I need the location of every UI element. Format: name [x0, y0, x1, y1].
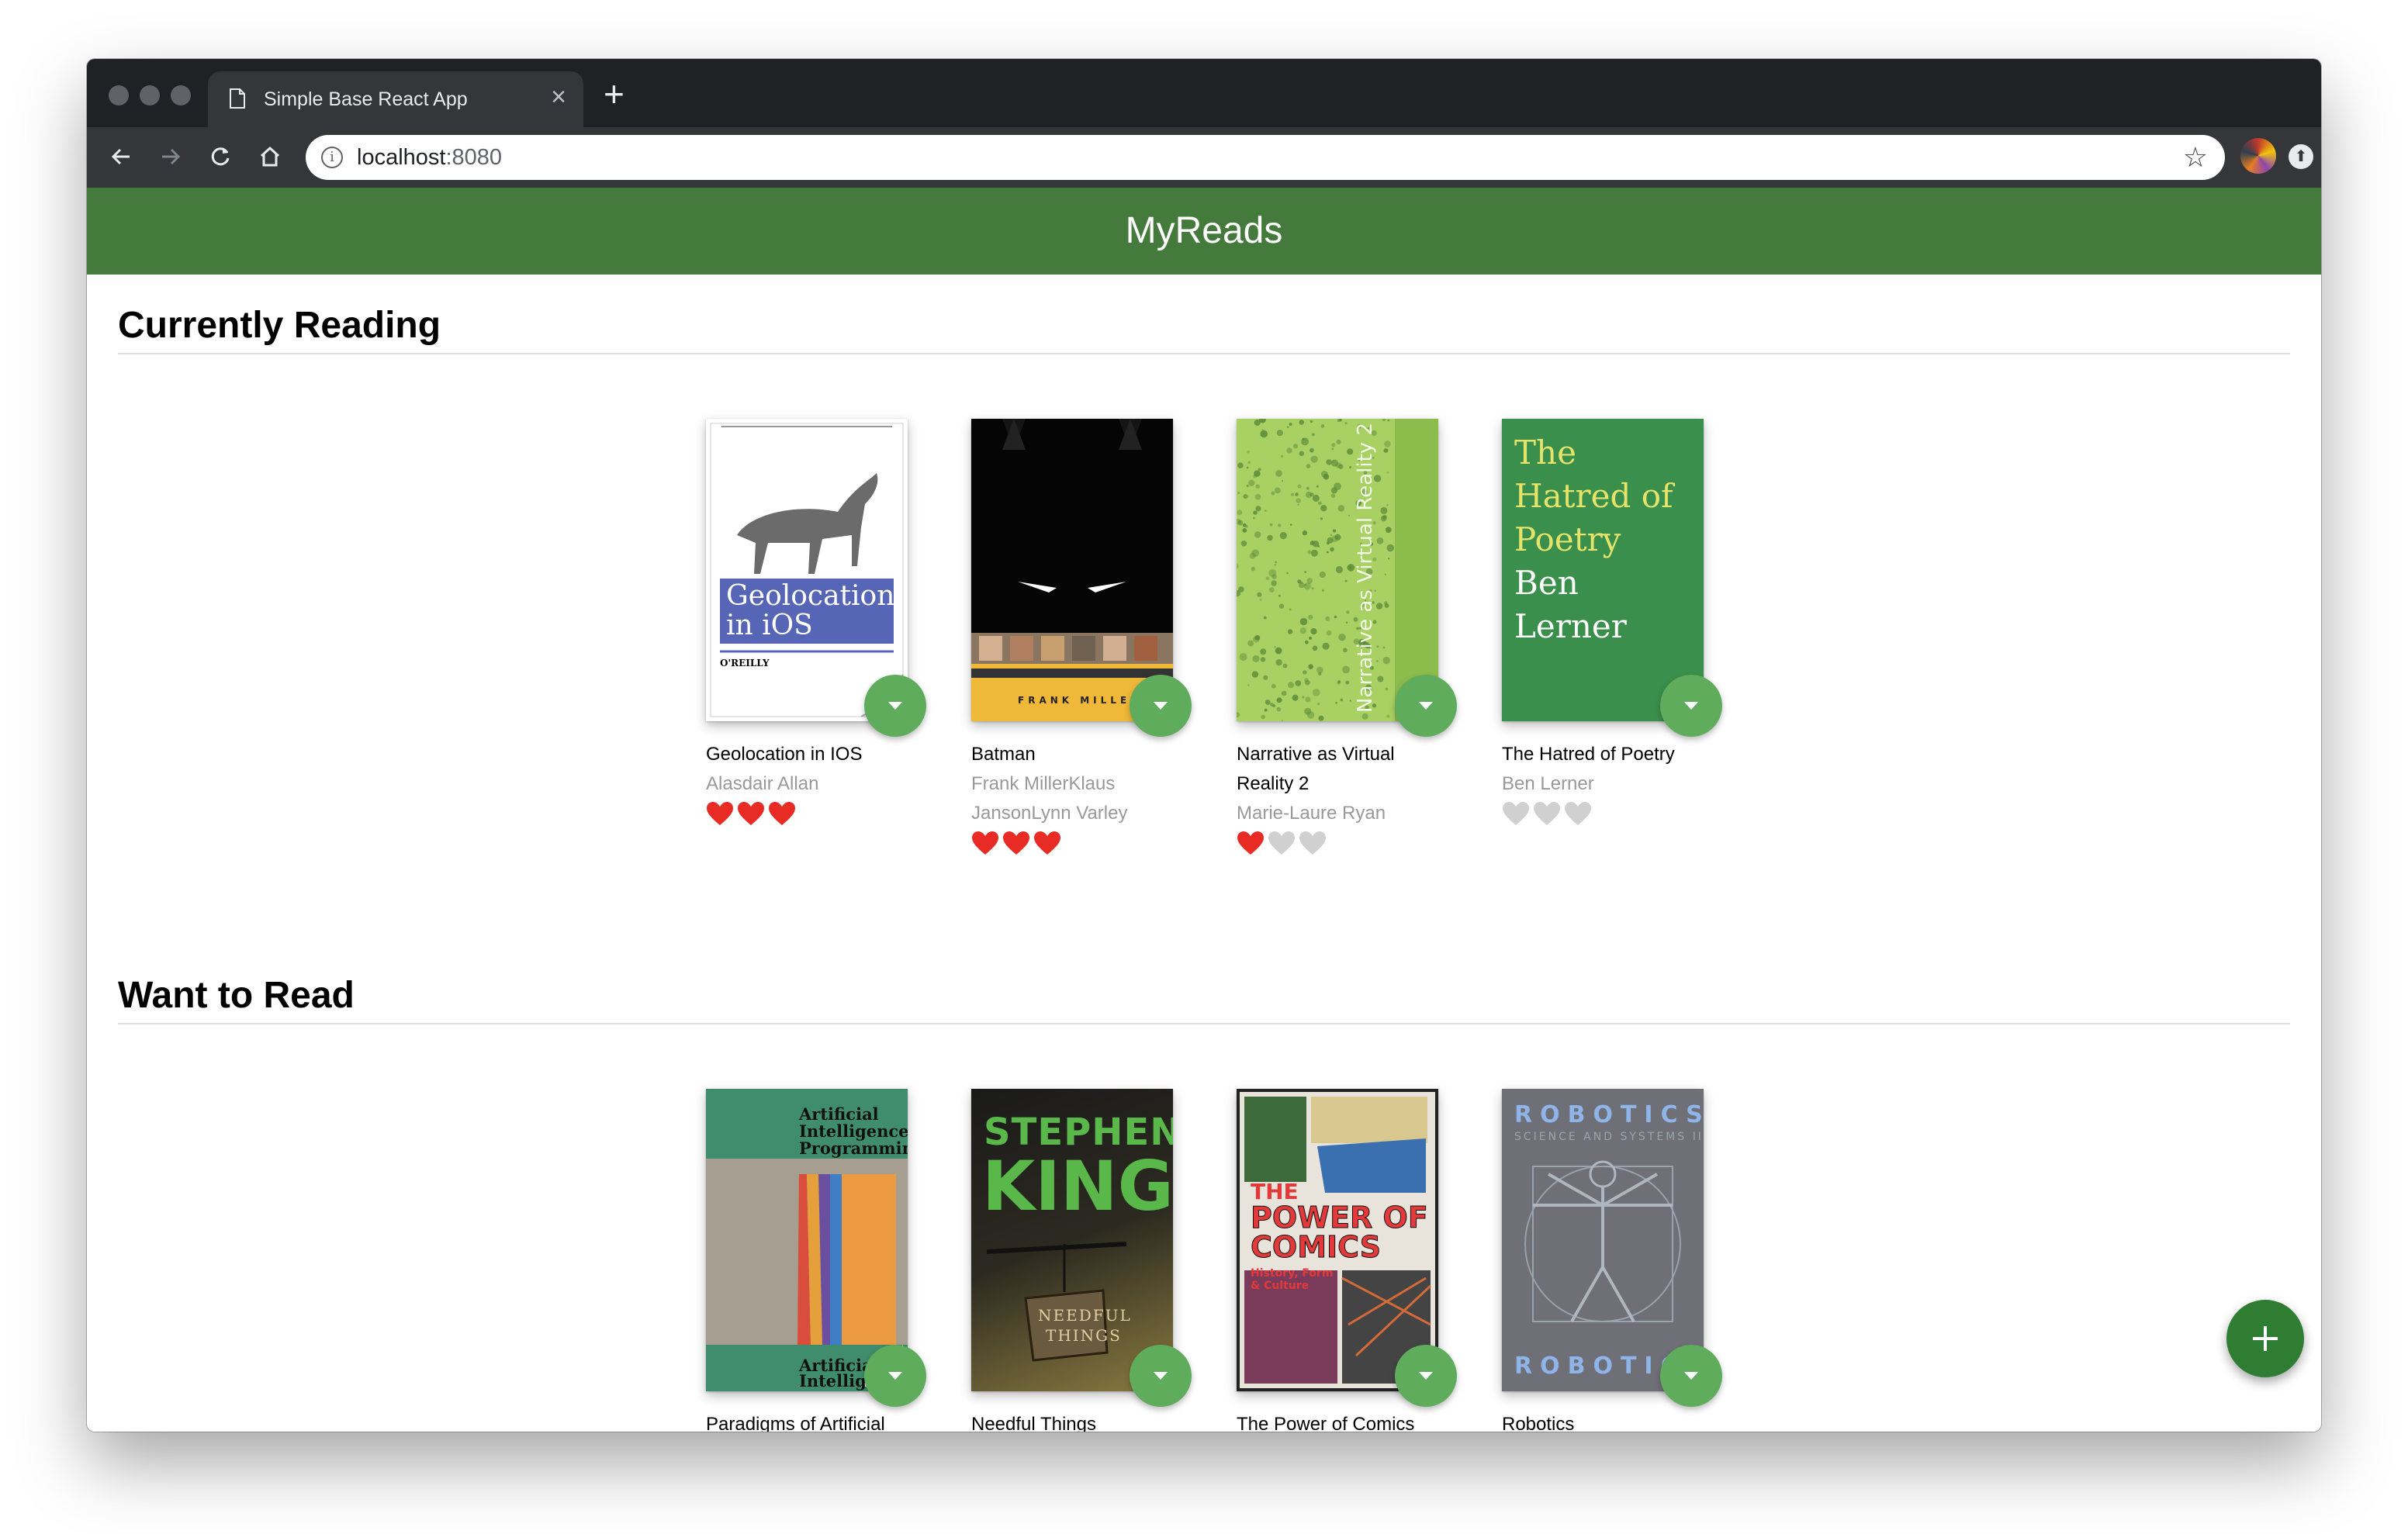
page-icon — [230, 88, 245, 109]
app-header: MyReads — [87, 188, 2321, 275]
heart-icon[interactable] — [706, 802, 734, 827]
url-text: localhost:8080 — [357, 145, 503, 170]
book-cover[interactable]: ROBOTICS SCIENCE AND SYSTEMS II ROBOTIC — [1502, 1089, 1704, 1391]
close-tab-icon[interactable]: × — [551, 82, 566, 112]
book-title: Batman — [971, 744, 1036, 765]
book-cover[interactable]: Geolocation in iOS O'REILLY — [706, 419, 908, 721]
heart-icon[interactable] — [1564, 802, 1592, 827]
shelf-changer-button[interactable] — [864, 1345, 926, 1407]
add-book-button[interactable] — [2226, 1300, 2304, 1377]
tab-title: Simple Base React App — [264, 88, 468, 110]
heart-icon[interactable] — [1299, 831, 1327, 856]
bookmark-star-icon[interactable]: ☆ — [2183, 141, 2208, 174]
dropdown-arrow-icon — [888, 702, 902, 710]
minimize-window-button[interactable] — [140, 85, 160, 105]
reload-icon[interactable] — [202, 138, 239, 175]
dropdown-arrow-icon — [1154, 702, 1168, 710]
rating-hearts — [971, 831, 1064, 859]
book-author: Ben Lerner — [1502, 773, 1594, 794]
browser-tab[interactable]: Simple Base React App × — [208, 71, 583, 127]
dropdown-arrow-icon — [1419, 702, 1433, 710]
shelf-changer-button[interactable] — [1130, 1345, 1192, 1407]
book-cover[interactable]: Narrative as Virtual Reality 2 — [1237, 419, 1438, 721]
book-title: The Hatred of Poetry — [1502, 744, 1675, 765]
heart-icon[interactable] — [1237, 831, 1265, 856]
dropdown-arrow-icon — [1684, 702, 1698, 710]
update-icon[interactable]: ⬆ — [2289, 144, 2313, 169]
book-cover[interactable]: FRANK MILLER — [971, 419, 1173, 721]
shelf-changer-button[interactable] — [1395, 1345, 1457, 1407]
heart-icon[interactable] — [1268, 831, 1296, 856]
address-bar[interactable]: i localhost:8080 ☆ — [306, 135, 2225, 180]
book-cover[interactable]: Artificial Intelligence Programming: Art… — [706, 1089, 908, 1391]
shelf-changer-button[interactable] — [1660, 675, 1722, 737]
book-cover[interactable]: The Hatred of Poetry Ben Lerner — [1502, 419, 1704, 721]
close-window-button[interactable] — [109, 85, 129, 105]
browser-toolbar: i localhost:8080 ☆ ⬆ — [87, 127, 2321, 188]
book-title: The Power of Comics — [1237, 1414, 1415, 1432]
rating-hearts — [1237, 831, 1330, 859]
book-author-line-2: JansonLynn Varley — [971, 803, 1128, 824]
book-title: Robotics — [1502, 1414, 1575, 1432]
rating-hearts — [1502, 802, 1595, 830]
dropdown-arrow-icon — [1684, 1372, 1698, 1380]
home-icon[interactable] — [251, 138, 289, 175]
dropdown-arrow-icon — [1154, 1372, 1168, 1380]
forward-arrow-icon[interactable] — [152, 138, 189, 175]
profile-avatar[interactable] — [2240, 138, 2276, 174]
shelf-title-want-to-read: Want to Read — [118, 974, 2290, 1024]
shelf-changer-button[interactable] — [864, 675, 926, 737]
book-title: Needful Things — [971, 1414, 1096, 1432]
shelf-changer-button[interactable] — [1660, 1345, 1722, 1407]
book-author: Alasdair Allan — [706, 773, 819, 794]
heart-icon[interactable] — [1533, 802, 1561, 827]
shelf-changer-button[interactable] — [1130, 675, 1192, 737]
site-info-icon[interactable]: i — [321, 147, 343, 168]
back-arrow-icon[interactable] — [102, 138, 140, 175]
book-cover[interactable]: THE POWER OF COMICS History, Form & Cult… — [1237, 1089, 1438, 1391]
book-title: Geolocation in IOS — [706, 744, 863, 765]
heart-icon[interactable] — [768, 802, 796, 827]
book-author: Frank MillerKlaus — [971, 773, 1116, 794]
browser-window: Simple Base React App × + i localhost:80… — [87, 59, 2321, 1432]
shelf-changer-button[interactable] — [1395, 675, 1457, 737]
heart-icon[interactable] — [737, 802, 765, 827]
rating-hearts — [706, 802, 799, 830]
book-title: Paradigms of Artificial — [706, 1414, 885, 1432]
heart-icon[interactable] — [1002, 831, 1030, 856]
dropdown-arrow-icon — [1419, 1372, 1433, 1380]
heart-icon[interactable] — [1033, 831, 1061, 856]
maximize-window-button[interactable] — [171, 85, 191, 105]
book-cover[interactable]: STEPHEN KING NEEDFUL THINGS — [971, 1089, 1173, 1391]
book-author: Marie-Laure Ryan — [1237, 803, 1386, 824]
heart-icon[interactable] — [1502, 802, 1530, 827]
heart-icon[interactable] — [971, 831, 999, 856]
new-tab-button[interactable]: + — [604, 73, 624, 115]
app-title: MyReads — [1125, 210, 1283, 251]
shelf-title-currently-reading: Currently Reading — [118, 304, 2290, 354]
tab-strip: Simple Base React App × + — [87, 59, 2321, 127]
dropdown-arrow-icon — [888, 1372, 902, 1380]
book-title-line-2: Reality 2 — [1237, 773, 1310, 794]
book-title: Narrative as Virtual — [1237, 744, 1395, 765]
